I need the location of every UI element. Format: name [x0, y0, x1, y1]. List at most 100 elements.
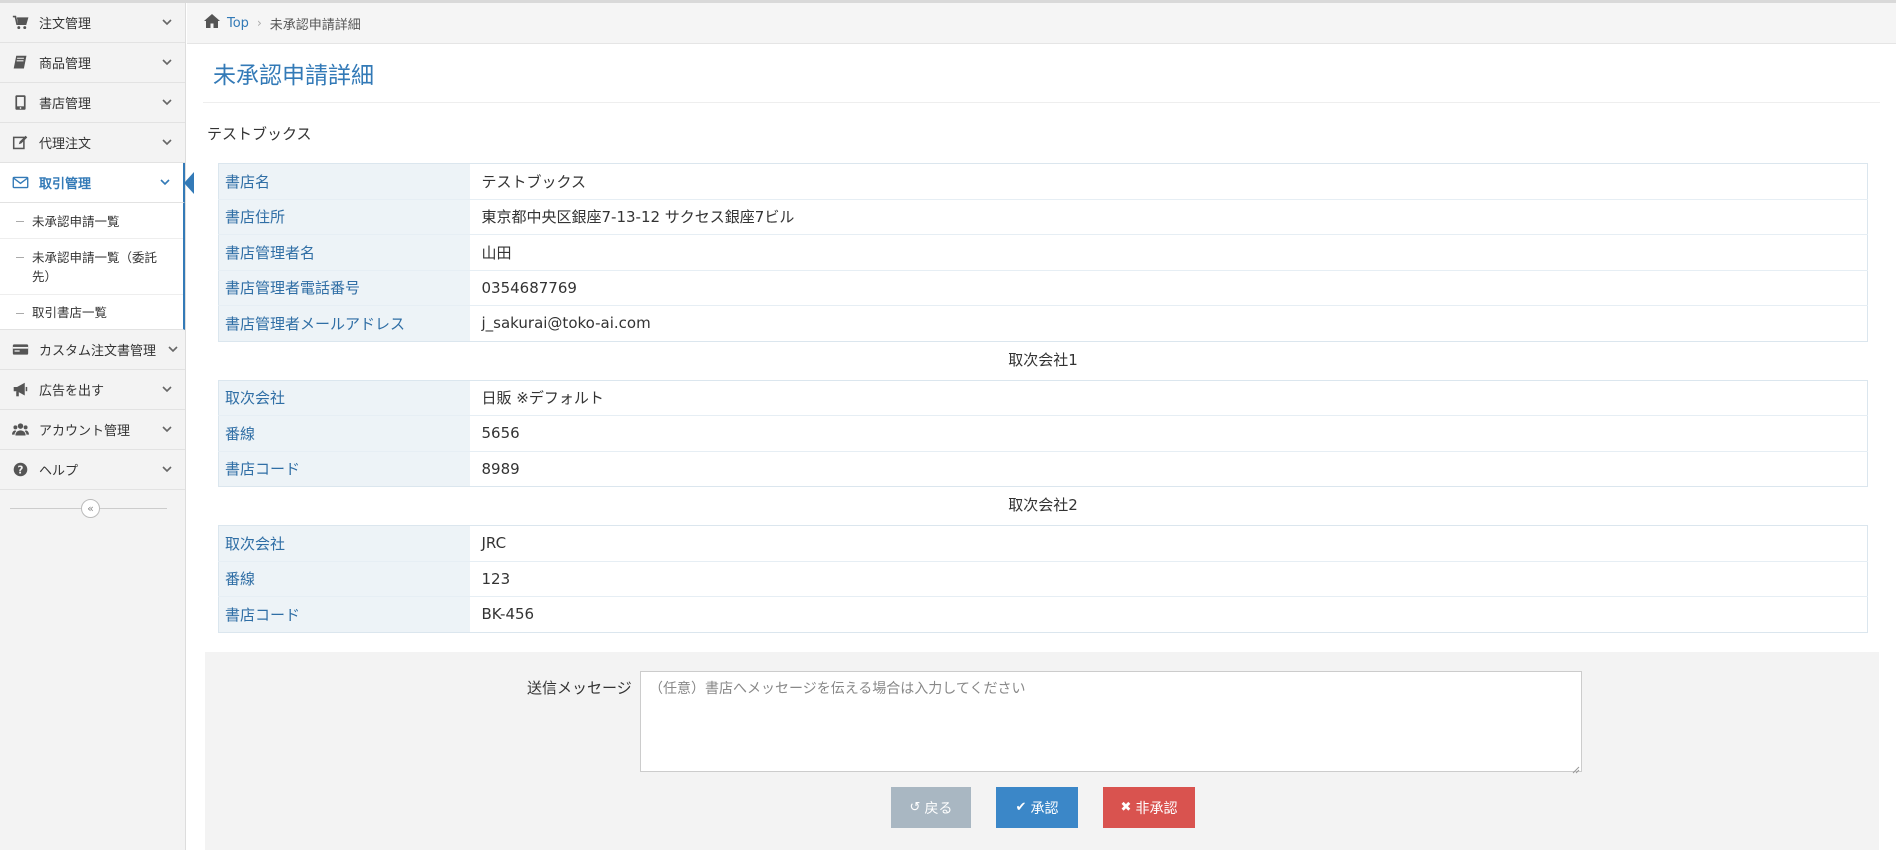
submenu-item-pending-requests[interactable]: 未承認申請一覧 [0, 203, 183, 239]
sidebar-item-label: アカウント管理 [39, 424, 131, 439]
sidebar-item-orders[interactable]: 注文管理 [0, 3, 185, 43]
sidebar-item-proxy-order[interactable]: 代理注文 [0, 123, 185, 163]
field-value: テストブックス [469, 163, 1868, 200]
action-panel: 送信メッセージ ↺ 戻る ✔ 承認 ✖ 非承認 [205, 652, 1879, 850]
message-textarea[interactable] [640, 671, 1582, 772]
sidebar-item-label: 取引管理 [39, 177, 92, 192]
table-row: 番線 123 [218, 561, 1868, 597]
field-label: 取次会社 [218, 525, 470, 562]
table-row: 書店管理者メールアドレス j_sakurai@toko-ai.com [218, 305, 1868, 341]
field-label: 番線 [218, 561, 470, 597]
field-value: 8989 [481, 459, 520, 478]
table-row: 書店コード BK-456 [218, 596, 1868, 632]
request-detail: 書店名 テストブックス 書店住所 東京都中央区銀座7-13-12 サクセス銀座7ビル… [218, 163, 1868, 633]
submenu-item-pending-requests-consignee[interactable]: 未承認申請一覧（委託先） [0, 239, 183, 295]
card-icon [10, 341, 30, 359]
edit-icon [10, 134, 30, 152]
distributor1-table: 取次会社 日販 ※デフォルト 番線 5656 書店コード 8989 [218, 379, 1868, 487]
home-icon[interactable] [203, 13, 221, 33]
field-value: 東京都中央区銀座7-13-12 サクセス銀座7ビル [469, 199, 1868, 235]
field-value: 0354687769 [469, 270, 1868, 306]
sidebar-item-label: 広告を出す [39, 384, 105, 399]
resize-handle-icon[interactable] [1572, 762, 1580, 774]
close-icon: ✖ [1120, 800, 1132, 815]
field-value: 日販 ※デフォルト [469, 380, 1868, 416]
approve-button-label: 承認 [1030, 800, 1059, 817]
back-button-label: 戻る [924, 800, 953, 817]
sidebar-item-stores[interactable]: 書店管理 [0, 83, 185, 123]
sidebar-item-accounts[interactable]: アカウント管理 [0, 410, 185, 450]
chevron-down-icon [161, 56, 173, 68]
page-header: 未承認申請詳細 [203, 44, 1880, 103]
field-label: 書店管理者名 [218, 234, 470, 271]
users-icon [10, 421, 30, 439]
chevron-down-icon [161, 136, 173, 148]
field-label: 書店管理者電話番号 [218, 270, 470, 306]
table-row: 書店管理者名 山田 [218, 234, 1868, 271]
sidebar-item-advertise[interactable]: 広告を出す [0, 370, 185, 410]
field-value: BK-456 [481, 605, 535, 624]
envelope-icon [10, 174, 30, 192]
table-row: 書店管理者電話番号 0354687769 [218, 270, 1868, 306]
sidebar-item-label: ヘルプ [39, 464, 79, 479]
chevron-down-icon [161, 96, 173, 108]
collapse-sidebar-button[interactable]: « [81, 499, 100, 518]
field-label: 書店住所 [218, 199, 470, 235]
approve-button[interactable]: ✔ 承認 [996, 787, 1078, 828]
sidebar-item-products[interactable]: 商品管理 [0, 43, 185, 83]
chevron-down-icon [161, 463, 173, 475]
field-value: 123 [469, 561, 1868, 597]
reject-button[interactable]: ✖ 非承認 [1103, 787, 1195, 828]
reject-button-label: 非承認 [1135, 800, 1178, 817]
table-row: 書店住所 東京都中央区銀座7-13-12 サクセス銀座7ビル [218, 199, 1868, 235]
main-content: Top › 未承認申請詳細 未承認申請詳細 テストブックス 書店名 テストブックス… [187, 3, 1896, 850]
table-row: 取次会社 日販 ※デフォルト [218, 380, 1868, 416]
breadcrumb-separator: › [256, 16, 262, 30]
distributor1-heading: 取次会社1 [1008, 350, 1078, 369]
field-label: 取次会社 [218, 380, 470, 416]
field-value: JRC [469, 525, 1868, 562]
sidebar-item-transactions[interactable]: 取引管理 [0, 163, 194, 203]
table-row: 番線 5656 [218, 415, 1868, 452]
store-info-table: 書店名 テストブックス 書店住所 東京都中央区銀座7-13-12 サクセス銀座7ビル… [218, 163, 1868, 342]
sidebar-item-label: 書店管理 [39, 97, 92, 112]
field-label: 書店コード [218, 451, 470, 487]
breadcrumb-top-link[interactable]: Top [227, 16, 249, 31]
sidebar-item-label: 注文管理 [39, 17, 92, 32]
table-row: 取次会社 JRC [218, 525, 1868, 562]
sidebar-item-label: 代理注文 [39, 137, 92, 152]
table-row: 書店コード 8989 [218, 451, 1868, 487]
field-value: 山田 [469, 234, 1868, 271]
sidebar-item-label: カスタム注文書管理 [39, 344, 157, 359]
distributor2-table: 取次会社 JRC 番線 123 書店コード BK-456 [218, 525, 1868, 633]
check-icon: ✔ [1015, 800, 1027, 815]
cart-icon [10, 14, 30, 32]
sidebar-collapse-row: « [0, 490, 185, 526]
chevron-down-icon [161, 423, 173, 435]
sidebar: 注文管理 商品管理 書店管理 代理注文 取引管理 未承認申請一覧 未承認申請一覧… [0, 3, 194, 850]
table-row: 書店名 テストブックス [218, 163, 1868, 200]
bullhorn-icon [10, 381, 30, 399]
field-label: 書店コード [218, 596, 470, 632]
chevron-down-icon [167, 343, 179, 355]
transactions-submenu: 未承認申請一覧 未承認申請一覧（委託先） 取引書店一覧 [0, 203, 185, 330]
sidebar-item-custom-order-forms[interactable]: カスタム注文書管理 [0, 330, 185, 370]
question-icon: ? [10, 461, 30, 479]
undo-icon: ↺ [909, 800, 921, 815]
chevron-down-icon [161, 383, 173, 395]
tablet-icon [10, 94, 30, 112]
distributor2-heading: 取次会社2 [1008, 496, 1078, 514]
breadcrumb-current: 未承認申請詳細 [269, 17, 361, 33]
back-button[interactable]: ↺ 戻る [891, 787, 971, 828]
book-icon [10, 54, 30, 72]
chevron-down-icon [161, 16, 173, 28]
svg-text:?: ? [17, 465, 23, 476]
store-heading: テストブックス [207, 125, 312, 143]
sidebar-item-help[interactable]: ? ヘルプ [0, 450, 185, 490]
submenu-item-partner-stores[interactable]: 取引書店一覧 [0, 295, 183, 329]
page-title: 未承認申請詳細 [213, 63, 374, 89]
breadcrumb: Top › 未承認申請詳細 [187, 3, 1896, 44]
message-label: 送信メッセージ [527, 679, 632, 697]
sidebar-item-label: 商品管理 [39, 57, 92, 72]
field-label: 書店名 [218, 163, 470, 200]
